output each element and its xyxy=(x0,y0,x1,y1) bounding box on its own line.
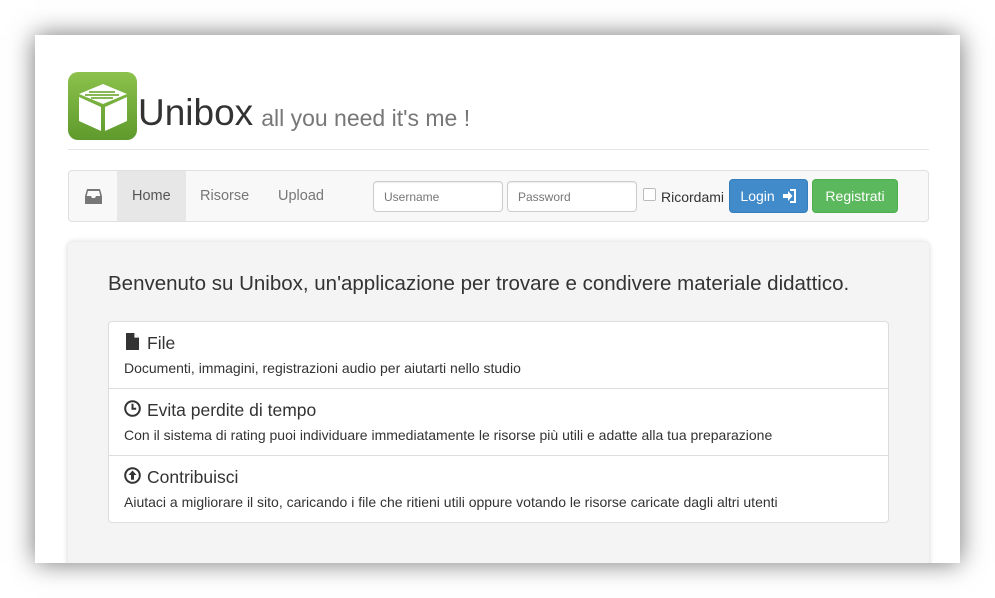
nav-upload[interactable]: Upload xyxy=(263,171,339,221)
feature-text: Con il sistema di rating puoi individuar… xyxy=(124,427,773,443)
upload-circle-icon xyxy=(124,467,141,484)
username-input[interactable] xyxy=(373,181,503,212)
feature-title: File xyxy=(147,333,176,353)
login-button[interactable]: Login xyxy=(729,179,808,213)
navbar: Home Risorse Upload Ricordami Login Regi… xyxy=(68,170,929,222)
feature-text: Documenti, immagini, registrazioni audio… xyxy=(124,360,521,376)
brand-tagline: all you need it's me ! xyxy=(261,105,471,131)
nav-risorse[interactable]: Risorse xyxy=(185,171,264,221)
register-button[interactable]: Registrati xyxy=(812,179,898,213)
browser-window: Unibox all you need it's me ! Home Risor… xyxy=(35,35,960,563)
header-brand: Unibox all you need it's me ! xyxy=(68,70,470,140)
brand-name: Unibox xyxy=(138,92,254,133)
list-item: Evita perdite di tempo Con il sistema di… xyxy=(109,388,888,455)
remember-label: Ricordami xyxy=(661,189,725,205)
box-logo-icon xyxy=(68,72,137,140)
file-icon xyxy=(126,333,139,350)
nav-home[interactable]: Home xyxy=(117,171,186,221)
header-divider xyxy=(68,149,929,150)
welcome-title: Benvenuto su Unibox, un'applicazione per… xyxy=(108,272,850,295)
feature-title: Contribuisci xyxy=(147,467,239,487)
clock-icon xyxy=(124,400,141,417)
login-label: Login xyxy=(740,188,775,204)
feature-list: File Documenti, immagini, registrazioni … xyxy=(108,321,889,523)
password-input[interactable] xyxy=(507,181,637,212)
feature-text: Aiutaci a migliorare il sito, caricando … xyxy=(124,494,778,510)
feature-title: Evita perdite di tempo xyxy=(147,400,317,420)
welcome-panel: Benvenuto su Unibox, un'applicazione per… xyxy=(68,242,929,563)
remember-checkbox[interactable] xyxy=(643,188,656,201)
inbox-icon[interactable] xyxy=(84,187,103,206)
list-item: Contribuisci Aiutaci a migliorare il sit… xyxy=(109,455,888,522)
list-item: File Documenti, immagini, registrazioni … xyxy=(109,322,888,388)
sign-in-icon xyxy=(782,189,796,203)
